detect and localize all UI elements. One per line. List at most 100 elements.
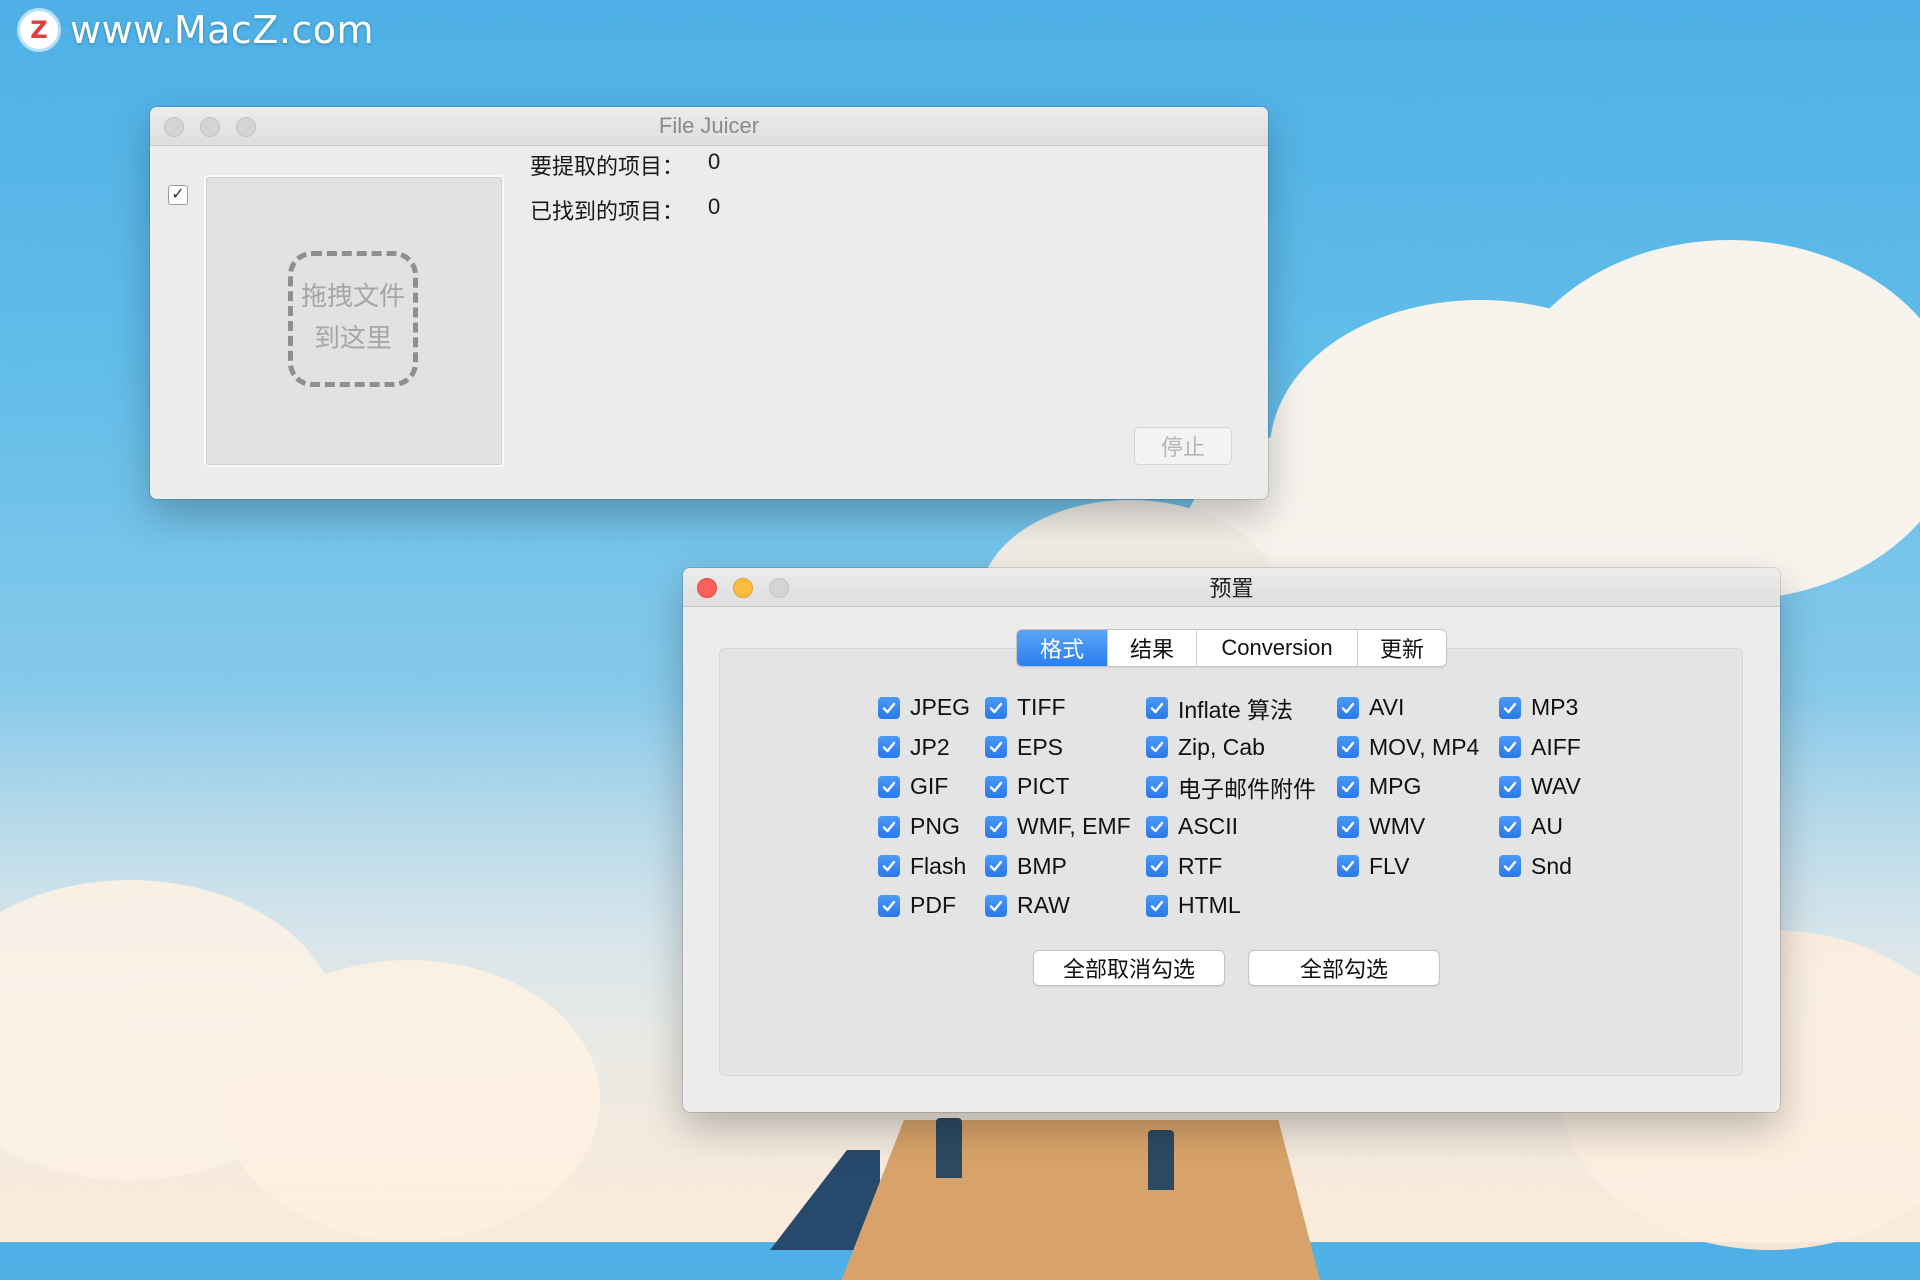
checkbox-checked-icon[interactable] — [985, 815, 1007, 838]
checkbox-checked-icon[interactable] — [985, 736, 1007, 759]
checkbox-checked-icon[interactable] — [1499, 696, 1521, 719]
format-column-images-2: TIFF EPS PICT WMF, EMF BMP RAW — [985, 688, 1131, 926]
select-all-button[interactable]: 全部勾选 — [1248, 950, 1440, 986]
window-title: File Juicer — [658, 113, 760, 138]
checkbox-checked-icon[interactable] — [878, 775, 900, 798]
format-checkbox-item[interactable]: JPEG — [878, 688, 970, 728]
checkbox-checked-icon[interactable] — [878, 855, 900, 878]
format-label: Inflate 算法 — [1178, 696, 1294, 723]
items-found-label: 已找到的项目： — [530, 199, 685, 224]
checkbox-checked-icon[interactable] — [1146, 815, 1168, 838]
preferences-window: 预置 格式 结果 Conversion 更新 JPEG JP2 GIF PNG Flas… — [683, 568, 1780, 1112]
format-checkbox-item[interactable]: FLV — [1337, 846, 1479, 886]
checkbox-checked-icon[interactable] — [1337, 696, 1359, 719]
format-checkbox-item[interactable]: WAV — [1499, 767, 1581, 807]
checkbox-checked-icon[interactable] — [985, 775, 1007, 798]
format-label: MP3 — [1531, 694, 1579, 721]
format-checkbox-item[interactable]: MPG — [1337, 767, 1479, 807]
format-checkbox-item[interactable]: AVI — [1337, 688, 1479, 728]
format-checkbox-item[interactable]: MOV, MP4 — [1337, 728, 1479, 768]
items-to-extract-value: 0 — [708, 149, 721, 174]
format-checkbox-item[interactable]: WMF, EMF — [985, 807, 1131, 847]
enable-checkbox[interactable]: ✓ — [168, 185, 188, 205]
format-label: JPEG — [910, 694, 971, 721]
watermark-text: www.MacZ.com — [70, 8, 375, 52]
tab-results[interactable]: 结果 — [1107, 630, 1196, 666]
format-checkbox-item[interactable]: BMP — [985, 846, 1131, 886]
checkbox-checked-icon[interactable] — [985, 894, 1007, 917]
format-checkbox-item[interactable]: AIFF — [1499, 728, 1581, 768]
minimize-button[interactable] — [733, 578, 753, 598]
file-juicer-window: File Juicer ✓ 拖拽文件 到这里 要提取的项目： 0 已找到的项目：… — [150, 107, 1268, 499]
stop-button[interactable]: 停止 — [1134, 427, 1232, 465]
drop-zone-label: 拖拽文件 到这里 — [288, 275, 418, 359]
checkbox-checked-icon[interactable] — [1146, 775, 1168, 798]
checkbox-checked-icon[interactable] — [985, 696, 1007, 719]
checkbox-checked-icon[interactable] — [1146, 855, 1168, 878]
tab-updates[interactable]: 更新 — [1357, 630, 1446, 666]
checkbox-checked-icon[interactable] — [1337, 775, 1359, 798]
drop-zone[interactable]: 拖拽文件 到这里 — [204, 175, 504, 467]
format-checkbox-item[interactable]: PICT — [985, 767, 1131, 807]
format-checkbox-item[interactable]: Snd — [1499, 846, 1581, 886]
format-checkbox-item[interactable]: GIF — [878, 767, 970, 807]
format-checkbox-item[interactable]: Zip, Cab — [1146, 728, 1316, 768]
format-checkbox-item[interactable]: MP3 — [1499, 688, 1581, 728]
format-label: WMV — [1369, 813, 1426, 840]
tab-conversion[interactable]: Conversion — [1196, 630, 1357, 666]
checkbox-checked-icon[interactable] — [1337, 736, 1359, 759]
checkbox-checked-icon[interactable] — [878, 696, 900, 719]
preferences-titlebar[interactable]: 预置 — [683, 568, 1780, 607]
format-checkbox-item[interactable]: 电子邮件附件 — [1146, 767, 1316, 807]
close-button[interactable] — [164, 117, 184, 137]
window-controls — [697, 578, 789, 598]
checkbox-checked-icon[interactable] — [1499, 855, 1521, 878]
format-label: PNG — [910, 813, 960, 840]
checkmark-icon: ✓ — [171, 186, 185, 203]
format-label: AU — [1531, 813, 1563, 840]
items-found-value: 0 — [708, 194, 721, 219]
format-checkbox-item[interactable]: Inflate 算法 — [1146, 688, 1316, 728]
checkbox-checked-icon[interactable] — [878, 815, 900, 838]
minimize-button[interactable] — [200, 117, 220, 137]
zoom-button[interactable] — [236, 117, 256, 137]
format-checkbox-item[interactable]: AU — [1499, 807, 1581, 847]
zoom-button[interactable] — [769, 578, 789, 598]
tab-formats[interactable]: 格式 — [1017, 630, 1107, 666]
checkbox-checked-icon[interactable] — [1337, 855, 1359, 878]
format-checkbox-item[interactable]: JP2 — [878, 728, 970, 768]
checkbox-checked-icon[interactable] — [1499, 736, 1521, 759]
format-checkbox-item[interactable]: RAW — [985, 886, 1131, 926]
format-label: BMP — [1017, 852, 1067, 879]
items-found-row: 已找到的项目： 0 — [530, 194, 720, 226]
checkbox-checked-icon[interactable] — [1499, 775, 1521, 798]
checkbox-checked-icon[interactable] — [1337, 815, 1359, 838]
format-checkbox-item[interactable]: PDF — [878, 886, 970, 926]
format-label: RAW — [1017, 892, 1070, 919]
file-juicer-titlebar[interactable]: File Juicer — [150, 107, 1268, 146]
format-checkbox-item[interactable]: EPS — [985, 728, 1131, 768]
deselect-all-button[interactable]: 全部取消勾选 — [1033, 950, 1225, 986]
format-checkbox-item[interactable]: ASCII — [1146, 807, 1316, 847]
checkbox-checked-icon[interactable] — [878, 736, 900, 759]
checkbox-checked-icon[interactable] — [1499, 815, 1521, 838]
watermark: Z www.MacZ.com — [20, 8, 374, 52]
format-checkbox-item[interactable]: PNG — [878, 807, 970, 847]
checkbox-checked-icon[interactable] — [985, 855, 1007, 878]
checkbox-checked-icon[interactable] — [878, 894, 900, 917]
format-label: JP2 — [910, 733, 950, 760]
format-checkbox-item[interactable]: Flash — [878, 846, 970, 886]
checkbox-checked-icon[interactable] — [1146, 696, 1168, 719]
format-checkbox-item[interactable]: RTF — [1146, 846, 1316, 886]
format-checkbox-item[interactable]: TIFF — [985, 688, 1131, 728]
format-checkbox-item[interactable]: HTML — [1146, 886, 1316, 926]
format-label: WMF, EMF — [1017, 813, 1131, 840]
format-label: ASCII — [1178, 813, 1239, 840]
format-column-documents: Inflate 算法 Zip, Cab 电子邮件附件 ASCII RTF HTML — [1146, 688, 1316, 926]
format-label: TIFF — [1017, 694, 1066, 721]
checkbox-checked-icon[interactable] — [1146, 736, 1168, 759]
close-button[interactable] — [697, 578, 717, 598]
checkbox-checked-icon[interactable] — [1146, 894, 1168, 917]
format-checkbox-item[interactable]: WMV — [1337, 807, 1479, 847]
format-label: Zip, Cab — [1178, 733, 1265, 760]
